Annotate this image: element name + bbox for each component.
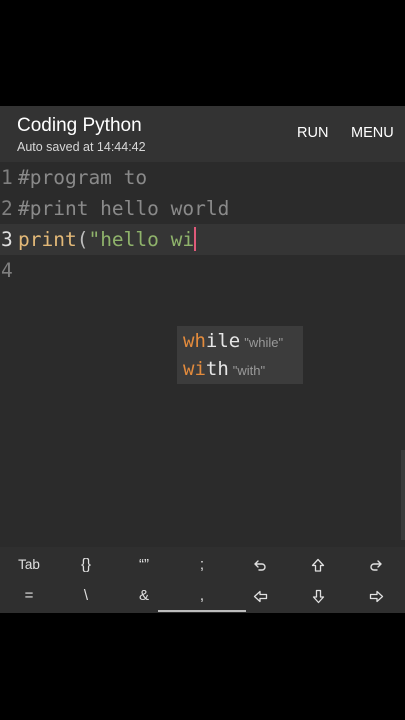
extra-keys-bar: Tab {} “” ; = \ & , [0,547,405,613]
arrow-right-button[interactable] [347,580,405,611]
suggestion-description: "while" [244,335,284,350]
equals-key[interactable]: = [0,580,58,611]
ampersand-key[interactable]: & [115,580,173,611]
redo-button[interactable] [347,549,405,580]
suggestion-match: wi [183,358,206,380]
app-screen: Coding Python Auto saved at 14:44:42 RUN… [0,106,405,613]
tab-key[interactable]: Tab [0,549,58,580]
line-number: 3 [1,228,13,251]
suggestion-match: wh [183,330,206,352]
arrow-left-button[interactable] [231,580,289,611]
redo-icon [369,556,383,573]
line-number: 2 [1,197,13,220]
quotes-key[interactable]: “” [115,549,173,580]
braces-key[interactable]: {} [57,549,115,580]
line-number: 1 [1,166,13,189]
code-line[interactable]: 4 [0,255,405,286]
comma-key[interactable]: , [173,580,231,611]
shift-up-icon [311,556,325,573]
autocomplete-popup: while "while" with "with" [177,326,303,384]
code-editor[interactable]: 1 #program to 2 #print hello world 3 pri… [0,162,405,547]
semicolon-key[interactable]: ; [173,549,231,580]
run-button[interactable]: RUN [297,125,328,141]
shift-button[interactable] [289,549,347,580]
code-text: #program to [18,166,148,189]
arrow-right-icon [369,587,384,604]
editor-scrollbar[interactable] [401,450,405,540]
string-token: "hello wi [88,228,195,251]
line-number: 4 [1,259,13,282]
suggestion-description: "with" [232,363,266,378]
arrow-down-button[interactable] [289,580,347,611]
home-indicator [158,610,246,612]
undo-icon [253,556,267,573]
autosave-status: Auto saved at 14:44:42 [17,140,146,154]
app-title: Coding Python [17,115,142,136]
suggestion-rest: th [205,358,229,380]
suggestion-while[interactable]: while "while" [183,327,283,355]
arrow-down-icon [312,587,325,604]
menu-button[interactable]: MENU [351,125,394,141]
text-cursor [194,227,197,251]
paren-token: ( [76,228,89,251]
current-code-line[interactable]: 3 print("hello wi [0,224,405,255]
code-text: #print hello world [18,197,230,220]
code-line[interactable]: 2 #print hello world [0,193,405,224]
code-line[interactable]: 1 #program to [0,162,405,193]
code-text: print("hello wi [18,224,197,255]
function-token: print [18,228,77,251]
undo-button[interactable] [231,549,289,580]
app-bar: Coding Python Auto saved at 14:44:42 RUN… [0,106,405,162]
suggestion-with[interactable]: with "with" [183,355,265,383]
arrow-left-icon [253,587,268,604]
suggestion-rest: ile [205,330,241,352]
backslash-key[interactable]: \ [57,580,115,611]
